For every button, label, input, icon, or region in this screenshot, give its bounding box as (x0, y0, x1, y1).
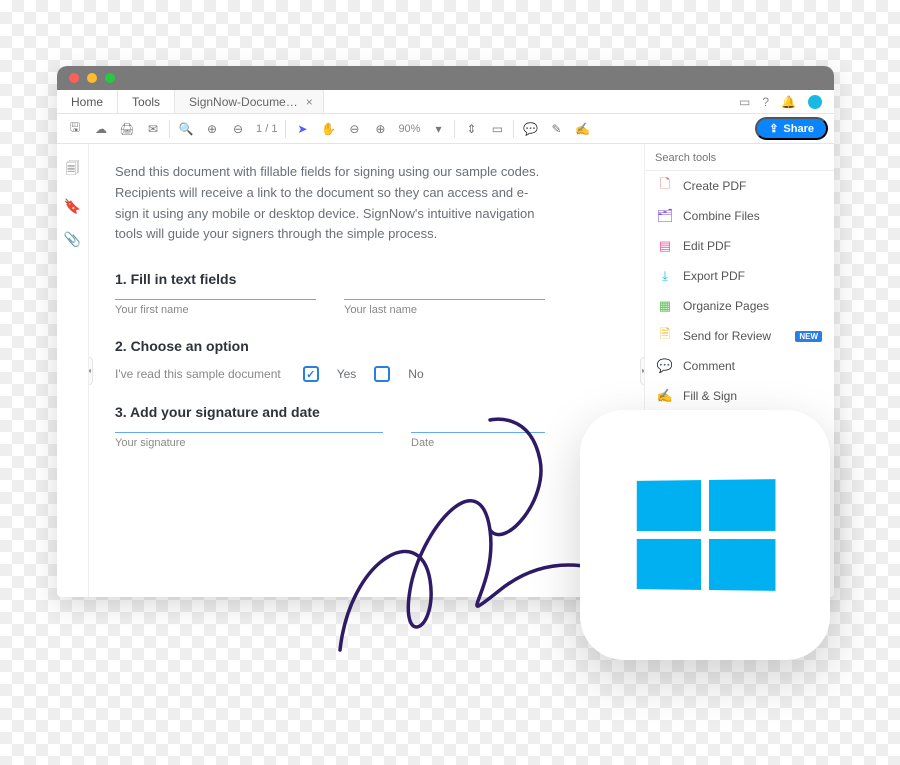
new-badge: NEW (795, 331, 822, 342)
chat-icon[interactable]: ▭ (739, 95, 750, 109)
tool-combine-files[interactable]: 🗂 Combine Files (645, 201, 834, 231)
tool-label: Organize Pages (683, 299, 769, 313)
page-up-icon[interactable]: ⊕ (200, 117, 224, 141)
share-button[interactable]: ⇪ Share (755, 117, 828, 140)
windows-logo-card (580, 410, 830, 660)
hand-tool-icon[interactable]: ✋ (316, 117, 340, 141)
print-icon[interactable]: 🖨 (115, 117, 139, 141)
page-current: 1 (256, 123, 262, 135)
avatar[interactable] (808, 95, 822, 109)
combine-files-icon: 🗂 (657, 208, 673, 224)
highlight-tool-icon[interactable]: ✎ (544, 117, 568, 141)
fill-sign-icon: ✍ (657, 388, 673, 404)
step1-heading: 1. Fill in text fields (115, 271, 618, 287)
create-pdf-icon: 🗋 (657, 178, 673, 194)
tool-create-pdf[interactable]: 🗋 Create PDF (645, 171, 834, 201)
window-close-dot[interactable] (69, 73, 79, 83)
date-label: Date (411, 437, 545, 449)
label-no: No (408, 367, 423, 381)
fit-page-icon[interactable]: ▭ (485, 117, 509, 141)
tool-comment[interactable]: 💬 Comment (645, 351, 834, 381)
fit-width-icon[interactable]: ⇕ (459, 117, 483, 141)
signature-label: Your signature (115, 437, 383, 449)
collapse-right-handle[interactable]: ▸ (640, 357, 644, 385)
first-name-label: Your first name (115, 304, 316, 316)
comment-tool-icon[interactable]: 💬 (518, 117, 542, 141)
zoom-in-icon[interactable]: ⊕ (368, 117, 392, 141)
collapse-left-handle[interactable]: ◂ (89, 357, 93, 385)
tab-tools[interactable]: Tools (118, 90, 175, 113)
left-rail: 🗐 🔖 📎 (57, 144, 89, 597)
document-content: ◂ ▸ Send this document with fillable fie… (89, 144, 644, 597)
titlebar (57, 66, 834, 90)
tray: ▭ ? 🔔 (727, 90, 834, 113)
tool-label: Comment (683, 359, 735, 373)
zoom-level[interactable]: 90% (394, 123, 424, 135)
bookmark-icon[interactable]: 🔖 (64, 198, 81, 215)
first-name-field[interactable]: Your first name (115, 299, 316, 316)
step2-heading: 2. Choose an option (115, 338, 618, 354)
search-tools-input[interactable] (655, 152, 824, 164)
date-field[interactable]: Date (411, 432, 545, 449)
sign-tool-icon[interactable]: ✍ (570, 117, 594, 141)
window-minimize-dot[interactable] (87, 73, 97, 83)
page-down-icon[interactable]: ⊖ (226, 117, 250, 141)
attachment-icon[interactable]: 📎 (64, 231, 81, 248)
edit-pdf-icon: ▤ (657, 238, 673, 254)
tool-export-pdf[interactable]: ⤓ Export PDF (645, 261, 834, 291)
search-icon[interactable]: 🔍 (174, 117, 198, 141)
cloud-icon[interactable]: ☁ (89, 117, 113, 141)
share-label: Share (783, 123, 814, 135)
checkbox-yes[interactable]: ✓ (303, 366, 319, 382)
tool-edit-pdf[interactable]: ▤ Edit PDF (645, 231, 834, 261)
page-total: 1 (271, 123, 277, 135)
toolbar: 🖫 ☁ 🖨 ✉ 🔍 ⊕ ⊖ 1 / 1 ➤ ✋ ⊖ ⊕ 90% ▾ ⇕ ▭ 💬 … (57, 114, 834, 144)
tool-label: Edit PDF (683, 239, 731, 253)
read-prompt: I've read this sample document (115, 367, 281, 381)
page-indicator: 1 / 1 (252, 123, 281, 135)
windows-logo-icon (637, 479, 776, 591)
share-icon: ⇪ (769, 122, 778, 135)
tab-home[interactable]: Home (57, 90, 118, 113)
send-review-icon: 🗎 (657, 328, 673, 344)
export-pdf-icon: ⤓ (657, 268, 673, 284)
step3-heading: 3. Add your signature and date (115, 404, 618, 420)
last-name-field[interactable]: Your last name (344, 299, 545, 316)
tool-label: Fill & Sign (683, 389, 737, 403)
tab-document[interactable]: SignNow-Docume… × (175, 90, 324, 113)
organize-pages-icon: ▦ (657, 298, 673, 314)
tool-label: Create PDF (683, 179, 746, 193)
select-tool-icon[interactable]: ➤ (290, 117, 314, 141)
help-icon[interactable]: ? (762, 95, 769, 109)
comment-icon: 💬 (657, 358, 673, 374)
tool-label: Send for Review (683, 329, 771, 343)
tool-organize-pages[interactable]: ▦ Organize Pages (645, 291, 834, 321)
checkbox-no[interactable] (374, 366, 390, 382)
tool-send-for-review[interactable]: 🗎 Send for Review NEW (645, 321, 834, 351)
tool-label: Combine Files (683, 209, 760, 223)
tab-close-icon[interactable]: × (306, 95, 313, 109)
intro-text: Send this document with fillable fields … (115, 162, 545, 245)
window-zoom-dot[interactable] (105, 73, 115, 83)
label-yes: Yes (337, 367, 357, 381)
search-tools[interactable] (645, 144, 834, 171)
signature-field[interactable]: Your signature (115, 432, 383, 449)
tool-label: Export PDF (683, 269, 745, 283)
tool-fill-sign[interactable]: ✍ Fill & Sign (645, 381, 834, 411)
save-icon[interactable]: 🖫 (63, 117, 87, 141)
tab-document-label: SignNow-Docume… (189, 95, 298, 109)
mail-icon[interactable]: ✉ (141, 117, 165, 141)
zoom-dropdown-icon[interactable]: ▾ (426, 117, 450, 141)
thumbnails-icon[interactable]: 🗐 (66, 158, 80, 182)
bell-icon[interactable]: 🔔 (781, 95, 796, 109)
menubar: Home Tools SignNow-Docume… × ▭ ? 🔔 (57, 90, 834, 114)
last-name-label: Your last name (344, 304, 545, 316)
zoom-out-icon[interactable]: ⊖ (342, 117, 366, 141)
